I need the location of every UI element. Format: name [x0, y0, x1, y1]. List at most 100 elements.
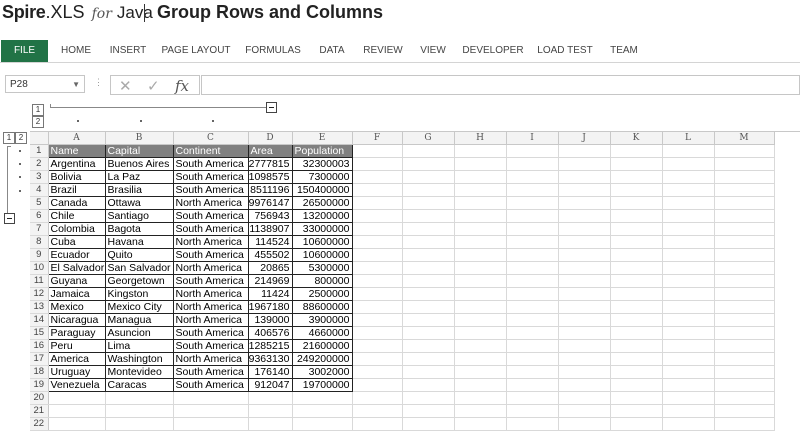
- empty-cell[interactable]: [248, 391, 293, 406]
- data-cell[interactable]: South America: [172, 274, 249, 289]
- empty-cell[interactable]: [454, 287, 507, 302]
- data-cell[interactable]: North America: [172, 287, 249, 302]
- data-cell[interactable]: 800000: [291, 274, 353, 289]
- row-header[interactable]: 15: [30, 326, 49, 341]
- data-cell[interactable]: Bolivia: [47, 170, 106, 185]
- data-cell[interactable]: Kingston: [104, 287, 174, 302]
- empty-cell[interactable]: [558, 248, 611, 263]
- empty-cell[interactable]: [402, 391, 455, 406]
- tab-review[interactable]: REVIEW: [358, 40, 408, 62]
- empty-cell[interactable]: [558, 300, 611, 315]
- empty-cell[interactable]: [610, 261, 663, 276]
- empty-cell[interactable]: [714, 300, 775, 315]
- tab-view[interactable]: VIEW: [414, 40, 452, 62]
- empty-cell[interactable]: [610, 183, 663, 198]
- empty-cell[interactable]: [558, 339, 611, 354]
- data-cell[interactable]: Managua: [104, 313, 174, 328]
- empty-cell[interactable]: [714, 196, 775, 211]
- data-cell[interactable]: Venezuela: [47, 378, 106, 393]
- row-header[interactable]: 9: [30, 248, 49, 263]
- row-header[interactable]: 8: [30, 235, 49, 250]
- data-cell[interactable]: Montevideo: [104, 365, 174, 380]
- data-cell[interactable]: South America: [172, 209, 249, 224]
- empty-cell[interactable]: [662, 378, 715, 393]
- tab-home[interactable]: HOME: [52, 40, 100, 62]
- data-cell[interactable]: 10600000: [291, 235, 353, 250]
- empty-cell[interactable]: [506, 404, 559, 419]
- empty-cell[interactable]: [662, 144, 715, 159]
- empty-cell[interactable]: [454, 261, 507, 276]
- data-cell[interactable]: Bagota: [104, 222, 174, 237]
- row-header[interactable]: 5: [30, 196, 49, 211]
- empty-cell[interactable]: [402, 235, 455, 250]
- data-cell[interactable]: Canada: [47, 196, 106, 211]
- data-cell[interactable]: South America: [172, 222, 249, 237]
- row-header[interactable]: 13: [30, 300, 49, 315]
- empty-cell[interactable]: [610, 248, 663, 263]
- empty-cell[interactable]: [714, 417, 775, 432]
- row-header[interactable]: 6: [30, 209, 49, 224]
- empty-cell[interactable]: [454, 378, 507, 393]
- data-cell[interactable]: 3002000: [291, 365, 353, 380]
- empty-cell[interactable]: [506, 274, 559, 289]
- data-cell[interactable]: America: [47, 352, 106, 367]
- empty-cell[interactable]: [610, 170, 663, 185]
- data-cell[interactable]: 10600000: [291, 248, 353, 263]
- empty-cell[interactable]: [610, 352, 663, 367]
- empty-cell[interactable]: [454, 157, 507, 172]
- empty-cell[interactable]: [402, 196, 455, 211]
- empty-cell[interactable]: [402, 417, 455, 432]
- empty-cell[interactable]: [558, 404, 611, 419]
- data-cell[interactable]: Havana: [104, 235, 174, 250]
- empty-cell[interactable]: [402, 144, 455, 159]
- tab-data[interactable]: DATA: [312, 40, 352, 62]
- empty-cell[interactable]: [292, 404, 353, 419]
- data-cell[interactable]: Chile: [47, 209, 106, 224]
- data-cell[interactable]: 7300000: [291, 170, 353, 185]
- data-cell[interactable]: El Salvador: [47, 261, 106, 276]
- data-cell[interactable]: Asuncion: [104, 326, 174, 341]
- data-cell[interactable]: 455502: [247, 248, 293, 263]
- data-cell[interactable]: 139000: [247, 313, 293, 328]
- empty-cell[interactable]: [610, 417, 663, 432]
- empty-cell[interactable]: [558, 417, 611, 432]
- data-cell[interactable]: South America: [172, 183, 249, 198]
- empty-cell[interactable]: [352, 274, 403, 289]
- column-header[interactable]: D: [248, 132, 293, 146]
- row-header[interactable]: 21: [30, 404, 49, 419]
- data-cell[interactable]: Jamaica: [47, 287, 106, 302]
- data-cell[interactable]: 33000000: [291, 222, 353, 237]
- column-header[interactable]: J: [558, 132, 611, 146]
- empty-cell[interactable]: [610, 209, 663, 224]
- column-outline-level-2[interactable]: 2: [32, 116, 44, 128]
- data-cell[interactable]: South America: [172, 365, 249, 380]
- data-cell[interactable]: North America: [172, 313, 249, 328]
- empty-cell[interactable]: [558, 144, 611, 159]
- row-header[interactable]: 4: [30, 183, 49, 198]
- data-cell[interactable]: Paraguay: [47, 326, 106, 341]
- data-cell[interactable]: Guyana: [47, 274, 106, 289]
- data-cell[interactable]: 88600000: [291, 300, 353, 315]
- function-icon[interactable]: fx: [175, 77, 189, 95]
- empty-cell[interactable]: [352, 417, 403, 432]
- empty-cell[interactable]: [402, 248, 455, 263]
- row-header[interactable]: 16: [30, 339, 49, 354]
- empty-cell[interactable]: [558, 352, 611, 367]
- data-cell[interactable]: 1138907: [247, 222, 293, 237]
- empty-cell[interactable]: [662, 365, 715, 380]
- empty-cell[interactable]: [610, 326, 663, 341]
- empty-cell[interactable]: [506, 144, 559, 159]
- empty-cell[interactable]: [352, 365, 403, 380]
- empty-cell[interactable]: [558, 183, 611, 198]
- column-header[interactable]: H: [454, 132, 507, 146]
- data-cell[interactable]: San Salvador: [104, 261, 174, 276]
- empty-cell[interactable]: [402, 365, 455, 380]
- data-cell[interactable]: 9976147: [247, 196, 293, 211]
- empty-cell[interactable]: [402, 183, 455, 198]
- empty-cell[interactable]: [662, 183, 715, 198]
- data-cell[interactable]: Caracas: [104, 378, 174, 393]
- row-header[interactable]: 19: [30, 378, 49, 393]
- data-cell[interactable]: 150400000: [291, 183, 353, 198]
- empty-cell[interactable]: [248, 404, 293, 419]
- empty-cell[interactable]: [714, 287, 775, 302]
